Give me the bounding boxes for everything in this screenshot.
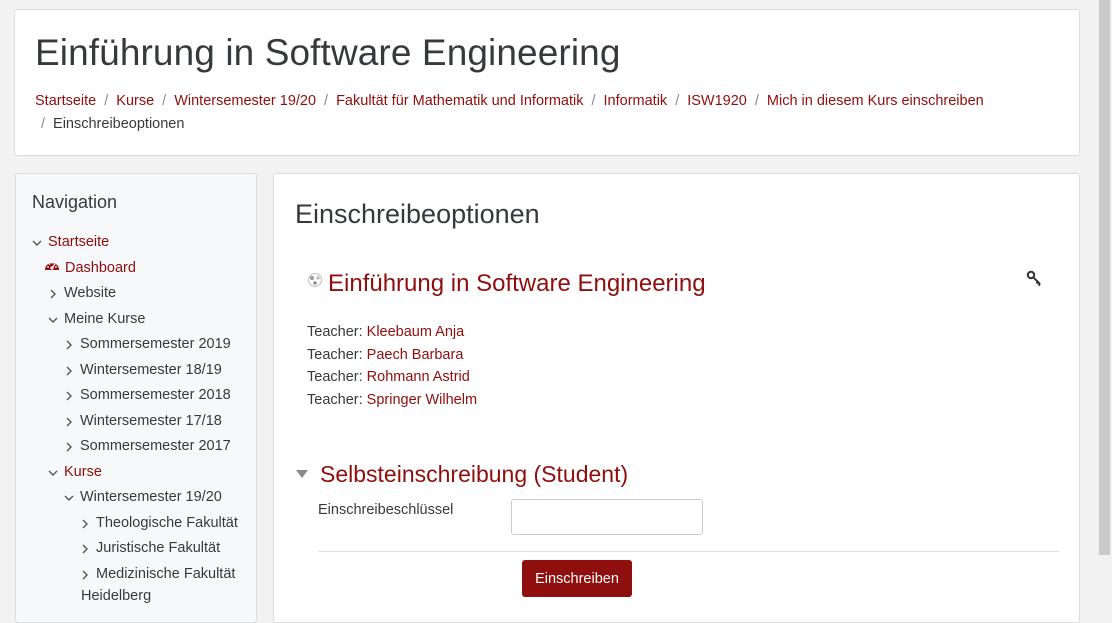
- breadcrumb-separator: /: [324, 93, 329, 109]
- breadcrumb-separator: /: [675, 93, 680, 109]
- nav-item-label: Meine Kurse: [64, 311, 146, 327]
- teacher-list: Teacher: Kleebaum Anja Teacher: Paech Ba…: [307, 321, 477, 411]
- divider: [318, 551, 1059, 552]
- collapse-triangle-icon: [296, 469, 308, 478]
- teacher-link[interactable]: Paech Barbara: [367, 347, 464, 363]
- breadcrumb-informatik[interactable]: Informatik: [604, 93, 668, 109]
- breadcrumb-isw1920[interactable]: ISW1920: [687, 93, 747, 109]
- breadcrumb-wintersemester[interactable]: Wintersemester 19/20: [174, 93, 316, 109]
- chevron-down-icon: [48, 461, 58, 483]
- enrolment-key-input[interactable]: [511, 499, 703, 535]
- section-title: Einschreibeoptionen: [295, 199, 540, 229]
- nav-item-startseite[interactable]: Startseite: [32, 231, 109, 253]
- chevron-down-icon: [32, 231, 42, 253]
- teacher-role: Teacher:: [307, 391, 363, 408]
- chevron-right-icon: [64, 435, 74, 457]
- self-enrolment-header[interactable]: Selbsteinschreibung (Student): [296, 461, 628, 488]
- navigation-block: Navigation Startseite Dashboard Website …: [15, 173, 257, 623]
- teacher-role: Teacher:: [307, 369, 363, 385]
- nav-item-label: Sommersemester 2018: [80, 387, 231, 403]
- chevron-right-icon: [80, 563, 90, 585]
- nav-item-dashboard[interactable]: Dashboard: [44, 257, 136, 279]
- teacher-item: Teacher: Springer Wilhelm: [307, 389, 477, 412]
- scrollbar-thumb[interactable]: [1099, 0, 1110, 555]
- chevron-right-icon: [80, 512, 90, 534]
- nav-item-jura[interactable]: Juristische Fakultät: [80, 537, 220, 559]
- teacher-item: Teacher: Paech Barbara: [307, 344, 477, 367]
- chevron-down-icon: [48, 308, 58, 330]
- nav-item-heidelberg[interactable]: Heidelberg: [81, 585, 151, 607]
- navigation-title: Navigation: [32, 192, 118, 212]
- nav-item-website[interactable]: Website: [48, 282, 116, 304]
- teacher-item: Teacher: Kleebaum Anja: [307, 321, 477, 344]
- teacher-item: Teacher: Rohmann Astrid: [307, 366, 477, 389]
- breadcrumb-fakultaet[interactable]: Fakultät für Mathematik und Informatik: [336, 93, 583, 109]
- breadcrumb-separator: /: [591, 93, 596, 109]
- main-content: Einschreibeoptionen Einführung in Softwa…: [273, 173, 1080, 623]
- nav-item-label: Sommersemester 2017: [80, 438, 231, 454]
- chevron-right-icon: [64, 359, 74, 381]
- breadcrumb-separator: /: [104, 93, 109, 109]
- nav-item-label: Theologische Fakultät: [96, 515, 238, 531]
- nav-item-kurse[interactable]: Kurse: [48, 461, 102, 483]
- teacher-role: Teacher:: [307, 324, 363, 340]
- nav-item-label: Wintersemester 18/19: [80, 362, 222, 378]
- breadcrumb-kurse[interactable]: Kurse: [116, 93, 154, 109]
- nav-item-label: Startseite: [48, 234, 110, 250]
- enrolment-key-label: Einschreibeschlüssel: [318, 502, 454, 518]
- breadcrumb-enrol-me[interactable]: Mich in diesem Kurs einschreiben: [767, 93, 984, 109]
- breadcrumb-separator: /: [162, 93, 167, 109]
- chevron-right-icon: [64, 333, 74, 355]
- chevron-right-icon: [48, 282, 58, 304]
- chevron-right-icon: [64, 410, 74, 432]
- nav-item-sose2018[interactable]: Sommersemester 2018: [64, 384, 231, 406]
- breadcrumb-startseite[interactable]: Startseite: [35, 93, 96, 109]
- course-name-link[interactable]: Einführung in Software Engineering: [328, 270, 706, 298]
- teacher-link[interactable]: Rohmann Astrid: [367, 369, 470, 385]
- nav-item-label: Wintersemester 19/20: [80, 489, 222, 505]
- breadcrumb-separator: /: [41, 116, 46, 132]
- nav-item-meine-kurse[interactable]: Meine Kurse: [48, 308, 145, 330]
- chevron-down-icon: [64, 486, 74, 508]
- breadcrumb-separator: /: [754, 93, 759, 109]
- nav-item-medizin[interactable]: Medizinische Fakultät: [80, 563, 235, 585]
- nav-item-label: Juristische Fakultät: [96, 540, 221, 556]
- nav-item-sose2017[interactable]: Sommersemester 2017: [64, 435, 231, 457]
- dashboard-icon: [44, 257, 60, 279]
- self-enrolment-title: Selbsteinschreibung (Student): [320, 461, 629, 487]
- nav-item-theologie[interactable]: Theologische Fakultät: [80, 512, 238, 534]
- nav-item-label: Wintersemester 17/18: [80, 413, 222, 429]
- nav-item-label: Website: [64, 285, 117, 301]
- teacher-link[interactable]: Kleebaum Anja: [367, 324, 465, 340]
- nav-item-sose2019[interactable]: Sommersemester 2019: [64, 333, 231, 355]
- chevron-right-icon: [80, 537, 90, 559]
- chevron-right-icon: [64, 384, 74, 406]
- page-header: Einführung in Software Engineering Start…: [14, 9, 1080, 156]
- nav-item-label: Dashboard: [65, 260, 136, 276]
- course-icon: [307, 272, 323, 288]
- nav-item-label: Medizinische Fakultät: [96, 566, 236, 582]
- page-title: Einführung in Software Engineering: [35, 32, 621, 73]
- nav-item-wise1920[interactable]: Wintersemester 19/20: [64, 486, 222, 508]
- teacher-role: Teacher:: [307, 346, 363, 363]
- nav-item-wise1819[interactable]: Wintersemester 18/19: [64, 359, 222, 381]
- key-icon[interactable]: [1026, 270, 1044, 288]
- nav-item-label: Sommersemester 2019: [80, 336, 231, 352]
- nav-item-wise1718[interactable]: Wintersemester 17/18: [64, 410, 222, 432]
- nav-item-label: Kurse: [64, 464, 102, 480]
- enrol-button[interactable]: Einschreiben: [522, 560, 632, 597]
- breadcrumb-current: Einschreibeoptionen: [53, 116, 185, 132]
- breadcrumb: Startseite / Kurse / Wintersemester 19/20 / Fa…: [35, 90, 1065, 136]
- teacher-link[interactable]: Springer Wilhelm: [367, 392, 477, 408]
